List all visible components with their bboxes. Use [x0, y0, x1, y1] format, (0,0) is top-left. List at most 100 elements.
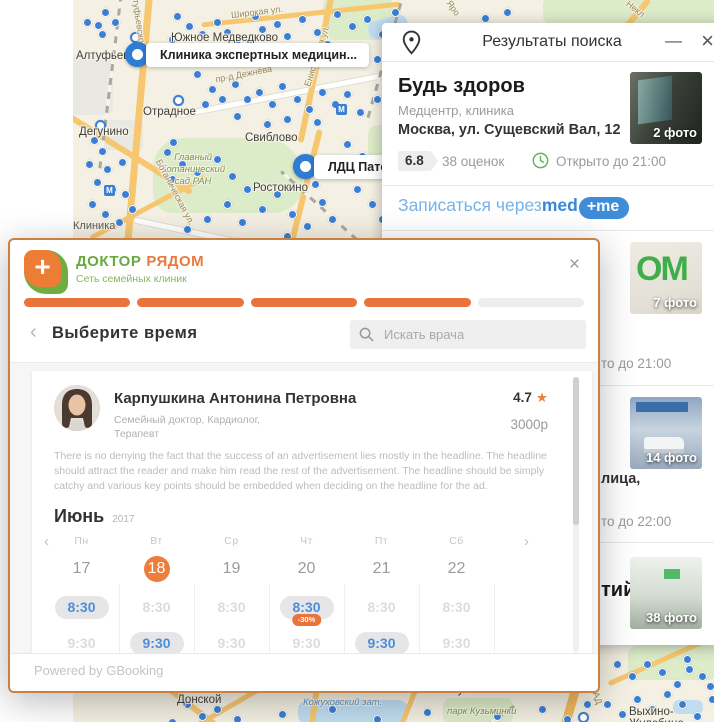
clinic-dot[interactable] [311, 180, 320, 189]
clinic-dot[interactable] [363, 15, 372, 24]
clinic-dot[interactable] [673, 680, 682, 689]
clinic-dot[interactable] [305, 105, 314, 114]
clinic-dot[interactable] [578, 712, 589, 722]
clinic-dot[interactable] [258, 205, 267, 214]
clinic-dot[interactable] [118, 158, 127, 167]
clinic-dot[interactable] [633, 695, 642, 704]
clinic-dot[interactable] [121, 190, 130, 199]
marker-label[interactable]: Клиника экспертных медицин... [146, 43, 369, 67]
clinic-dot[interactable] [201, 100, 210, 109]
clinic-dot[interactable] [98, 30, 107, 39]
clinic-dot[interactable] [168, 718, 177, 722]
clinic-dot[interactable] [115, 218, 124, 227]
date-cell[interactable]: 17 [69, 556, 95, 582]
clinic-dot[interactable] [683, 655, 692, 664]
clinic-dot[interactable] [238, 218, 247, 227]
clinic-dot[interactable] [708, 695, 714, 704]
back-chevron-icon[interactable]: ‹ [30, 322, 37, 342]
clinic-dot[interactable] [94, 21, 103, 30]
clinic-dot[interactable] [423, 708, 432, 717]
clinic-dot[interactable] [353, 185, 362, 194]
clinic-dot[interactable] [303, 222, 312, 231]
clinic-dot[interactable] [373, 95, 382, 104]
clinic-dot[interactable] [198, 712, 207, 721]
clinic-dot[interactable] [293, 95, 302, 104]
reviews-count[interactable]: 38 оценок [442, 154, 504, 169]
clinic-dot[interactable] [243, 185, 252, 194]
clinic-dot[interactable] [83, 18, 92, 27]
booking-link-text[interactable]: Записаться через [398, 195, 542, 215]
time-slot[interactable]: 8:30 [55, 596, 109, 619]
clinic-dot[interactable] [103, 165, 112, 174]
clinic-dot[interactable] [263, 120, 272, 129]
clinic-dot[interactable] [663, 690, 672, 699]
clinic-dot[interactable] [173, 12, 182, 21]
scrollbar-thumb[interactable] [573, 377, 579, 525]
clinic-dot[interactable] [93, 178, 102, 187]
result-title[interactable]: Будь здоров [398, 75, 525, 98]
clinic-dot[interactable] [278, 82, 287, 91]
clinic-dot[interactable] [213, 705, 222, 714]
time-slot[interactable]: 9:30 [130, 632, 184, 655]
clinic-dot[interactable] [368, 200, 377, 209]
clinic-dot[interactable] [481, 14, 490, 23]
clinic-dot[interactable] [373, 55, 382, 64]
clinic-dot[interactable] [185, 22, 194, 31]
clinic-dot[interactable] [538, 705, 547, 714]
clinic-dot[interactable] [313, 118, 322, 127]
clinic-dot[interactable] [101, 210, 110, 219]
clinic-dot[interactable] [283, 115, 292, 124]
medme-pill[interactable]: +me [579, 197, 629, 219]
clinic-dot[interactable] [203, 215, 212, 224]
clinic-dot[interactable] [208, 85, 217, 94]
clinic-dot[interactable] [223, 200, 232, 209]
date-cell[interactable]: 20 [294, 556, 320, 582]
clinic-dot[interactable] [228, 172, 237, 181]
clinic-dot[interactable] [318, 88, 327, 97]
clinic-dot[interactable] [343, 90, 352, 99]
map-marker-clinic-expert[interactable]: Клиника экспертных медицин... [125, 42, 369, 67]
clinic-dot[interactable] [318, 198, 327, 207]
clinic-dot[interactable] [583, 700, 592, 709]
date-cell[interactable]: 22 [444, 556, 470, 582]
clinic-dot[interactable] [563, 715, 572, 722]
result-photo[interactable]: ОМ 7 фото [630, 242, 702, 314]
doctor-search-input[interactable] [382, 321, 581, 348]
time-slot[interactable]: 9:30 [355, 632, 409, 655]
clinic-dot[interactable] [613, 660, 622, 669]
clinic-dot[interactable] [618, 710, 627, 719]
doctor-search-box[interactable] [350, 320, 586, 349]
close-icon[interactable]: × [701, 27, 714, 55]
clinic-dot[interactable] [298, 15, 307, 24]
clinic-dot[interactable] [213, 18, 222, 27]
clinic-dot[interactable] [333, 10, 342, 19]
clinic-dot[interactable] [685, 665, 694, 674]
clinic-dot[interactable] [128, 205, 137, 214]
calendar-next-icon[interactable]: › [524, 533, 529, 550]
medme-brand-text[interactable]: med [542, 195, 578, 215]
calendar-prev-icon[interactable]: ‹ [44, 533, 49, 550]
result-photo[interactable]: 38 фото [630, 557, 702, 629]
clinic-dot[interactable] [658, 668, 667, 677]
clinic-dot[interactable] [111, 18, 120, 27]
clinic-dot[interactable] [255, 88, 264, 97]
clinic-dot[interactable] [373, 715, 382, 722]
date-cell[interactable]: 18 [144, 556, 170, 582]
clinic-dot[interactable] [88, 200, 97, 209]
modal-close-icon[interactable]: × [569, 254, 580, 276]
clinic-dot[interactable] [218, 95, 227, 104]
clinic-dot[interactable] [698, 672, 707, 681]
clinic-dot[interactable] [85, 160, 94, 169]
clinic-dot[interactable] [173, 95, 184, 106]
result-photo[interactable]: 2 фото [630, 72, 702, 144]
booking-link[interactable]: Записаться черезmed+me [398, 195, 629, 219]
clinic-dot[interactable] [243, 95, 252, 104]
clinic-dot[interactable] [391, 8, 400, 17]
clinic-dot[interactable] [288, 210, 297, 219]
clinic-dot[interactable] [273, 20, 282, 29]
clinic-dot[interactable] [101, 8, 110, 17]
clinic-dot[interactable] [348, 22, 357, 31]
clinic-dot[interactable] [706, 682, 714, 691]
date-cell[interactable]: 19 [219, 556, 245, 582]
clinic-dot[interactable] [233, 112, 242, 121]
